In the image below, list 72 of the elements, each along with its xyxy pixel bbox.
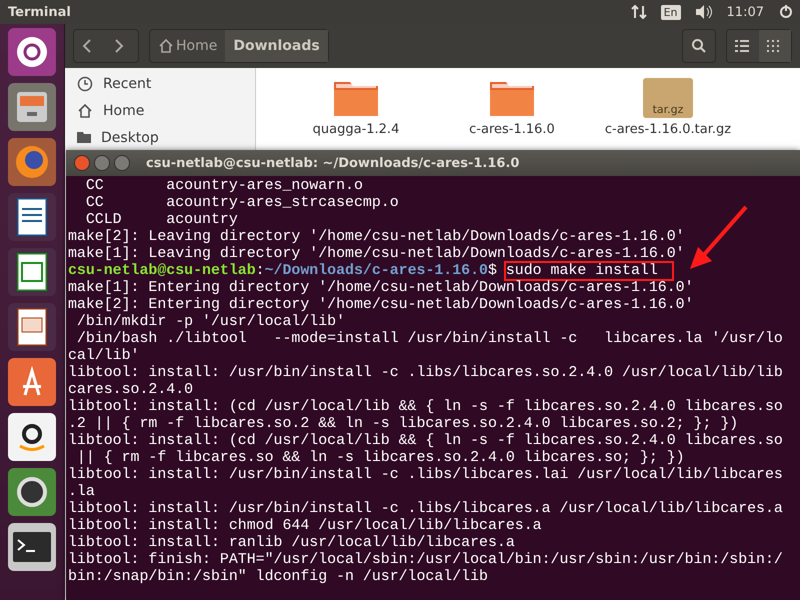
spreadsheet-icon[interactable] xyxy=(8,248,56,296)
keyboard-layout-indicator[interactable]: En xyxy=(660,4,681,20)
presentation-icon[interactable] xyxy=(8,303,56,351)
terminal-line: || { rm -f libcares.so && ln -s libcares.so.2.4.0 libcares.so; }; }) xyxy=(76,450,686,467)
breadcrumb[interactable]: Downloads xyxy=(225,30,328,62)
terminal-line: make[2]: Entering directory '/home/csu-netlab/Downloads/c-ares-1.16.0' xyxy=(68,297,695,314)
sidebar-item[interactable]: Desktop xyxy=(65,124,255,151)
window-title: csu-netlab@csu-netlab: ~/Downloads/c-ares-1.16.0 xyxy=(146,156,520,170)
network-arrows-icon[interactable] xyxy=(630,4,647,20)
clock[interactable]: 11:07 xyxy=(726,4,764,20)
terminal-line: CC acountry-ares_strcasecmp.o xyxy=(84,195,400,212)
terminal-line: libtool: install: /usr/bin/install -c .libs/libcares.a /usr/local/lib/libcares.a xyxy=(68,501,784,518)
terminal-line: libtool: finish: PATH="/usr/local/sbin:/usr/local/bin:/usr/sbin:/usr/bin:/sbin:/ xyxy=(68,552,784,569)
file-cabinet-icon[interactable] xyxy=(8,83,56,131)
sidebar-label: Recent xyxy=(103,76,152,92)
search-icon xyxy=(691,38,707,54)
maximize-button[interactable] xyxy=(114,155,130,171)
terminal-line: libtool: install: /usr/bin/install -c .libs/libcares.so.2.4.0 /usr/local/lib/lib xyxy=(68,365,784,382)
file-name[interactable]: quagga-1.2.4 xyxy=(312,122,400,137)
grid-view-button[interactable] xyxy=(759,30,791,62)
file-name[interactable]: c-ares-1.16.0 xyxy=(469,122,555,137)
terminal-line: cares.so.2.4.0 xyxy=(68,382,194,399)
fox-globe-icon[interactable] xyxy=(8,138,56,186)
terminal-line: make[1]: Entering directory '/home/csu-netlab/Downloads/c-ares-1.16.0' xyxy=(68,280,695,297)
terminal-line: cal/lib' xyxy=(68,348,140,365)
shopping-bag-icon[interactable] xyxy=(8,358,56,406)
terminal-line: libtool: install: chmod 644 /usr/local/lib/libcares.a xyxy=(68,518,543,535)
terminal-line: CCLD acountry xyxy=(84,212,239,229)
terminal-line: make[2]: Leaving directory '/home/csu-netlab/Downloads/c-ares-1.16.0' xyxy=(68,229,686,246)
terminal-line: libtool: install: (cd /usr/local/lib && { ln -s -f libcares.so.2.4.0 libcares.so xyxy=(68,433,784,450)
file-name[interactable]: c-ares-1.16.0.tar.gz xyxy=(604,122,732,137)
volume-icon[interactable] xyxy=(694,4,713,20)
terminal-line: libtool: install: /usr/bin/install -c .libs/libcares.lai /usr/local/lib/libcares xyxy=(68,467,784,484)
breadcrumb[interactable]: Home xyxy=(150,30,226,62)
prompt-separator: : xyxy=(256,263,265,279)
terminal-line: libtool: install: (cd /usr/local/lib && { ln -s -f libcares.so.2.4.0 libcares.so xyxy=(68,399,784,416)
package-icon: tar.gz xyxy=(643,78,693,118)
sidebar-label: Home xyxy=(103,102,144,118)
terminal-line: CC acountry-ares_nowarn.o xyxy=(84,178,364,195)
dash-button[interactable] xyxy=(8,28,56,76)
gear-icon[interactable] xyxy=(8,468,56,516)
back-icon xyxy=(82,39,92,53)
forward-icon xyxy=(114,39,124,53)
grid-icon xyxy=(767,40,779,52)
terminal-line: .2 || { rm -f libcares.so.2 && ln -s libcares.so.2.4.0 libcares.so.2; }; }) xyxy=(68,416,740,433)
prompt-user: csu-netlab@csu-netlab xyxy=(68,263,256,279)
list-icon xyxy=(735,40,749,52)
terminal-line: libtool: install: ranlib /usr/local/lib/libcares.a xyxy=(68,535,516,552)
clock-icon xyxy=(77,76,93,92)
folder-icon xyxy=(77,132,91,143)
circle-logo-icon xyxy=(17,37,47,67)
close-button[interactable] xyxy=(74,155,90,171)
amazon-logo-icon[interactable] xyxy=(8,413,56,461)
sidebar-label: Desktop xyxy=(101,130,159,146)
home-icon xyxy=(77,102,93,118)
terminal-line: bin:/snap/bin:/sbin" ldconfig -n /usr/local/lib xyxy=(68,569,489,586)
app-title: Terminal xyxy=(8,4,72,20)
sidebar-item[interactable]: Home xyxy=(65,97,255,124)
minimize-button[interactable] xyxy=(94,155,110,171)
command-text: sudo make install xyxy=(506,263,672,279)
arrow-annotation xyxy=(688,205,750,271)
sidebar-item[interactable]: Recent xyxy=(65,70,255,97)
terminal-line: /bin/bash ./libtool --mode=install /usr/bin/install -c libcares.la '/usr/lo xyxy=(76,331,784,348)
power-icon[interactable] xyxy=(778,4,794,20)
terminal-line: .la xyxy=(68,484,96,501)
prompt-path: ~/Downloads/c-ares-1.16.0 xyxy=(264,263,488,279)
terminal-icon[interactable] xyxy=(8,523,56,571)
home-icon xyxy=(158,38,174,54)
terminal-line: make[1]: Leaving directory '/home/csu-netlab/Downloads/c-ares-1.16.0' xyxy=(68,246,686,263)
terminal-line: /bin/mkdir -p '/usr/local/lib' xyxy=(76,314,346,331)
document-icon[interactable] xyxy=(8,193,56,241)
prompt-symbol: $ xyxy=(488,263,497,279)
